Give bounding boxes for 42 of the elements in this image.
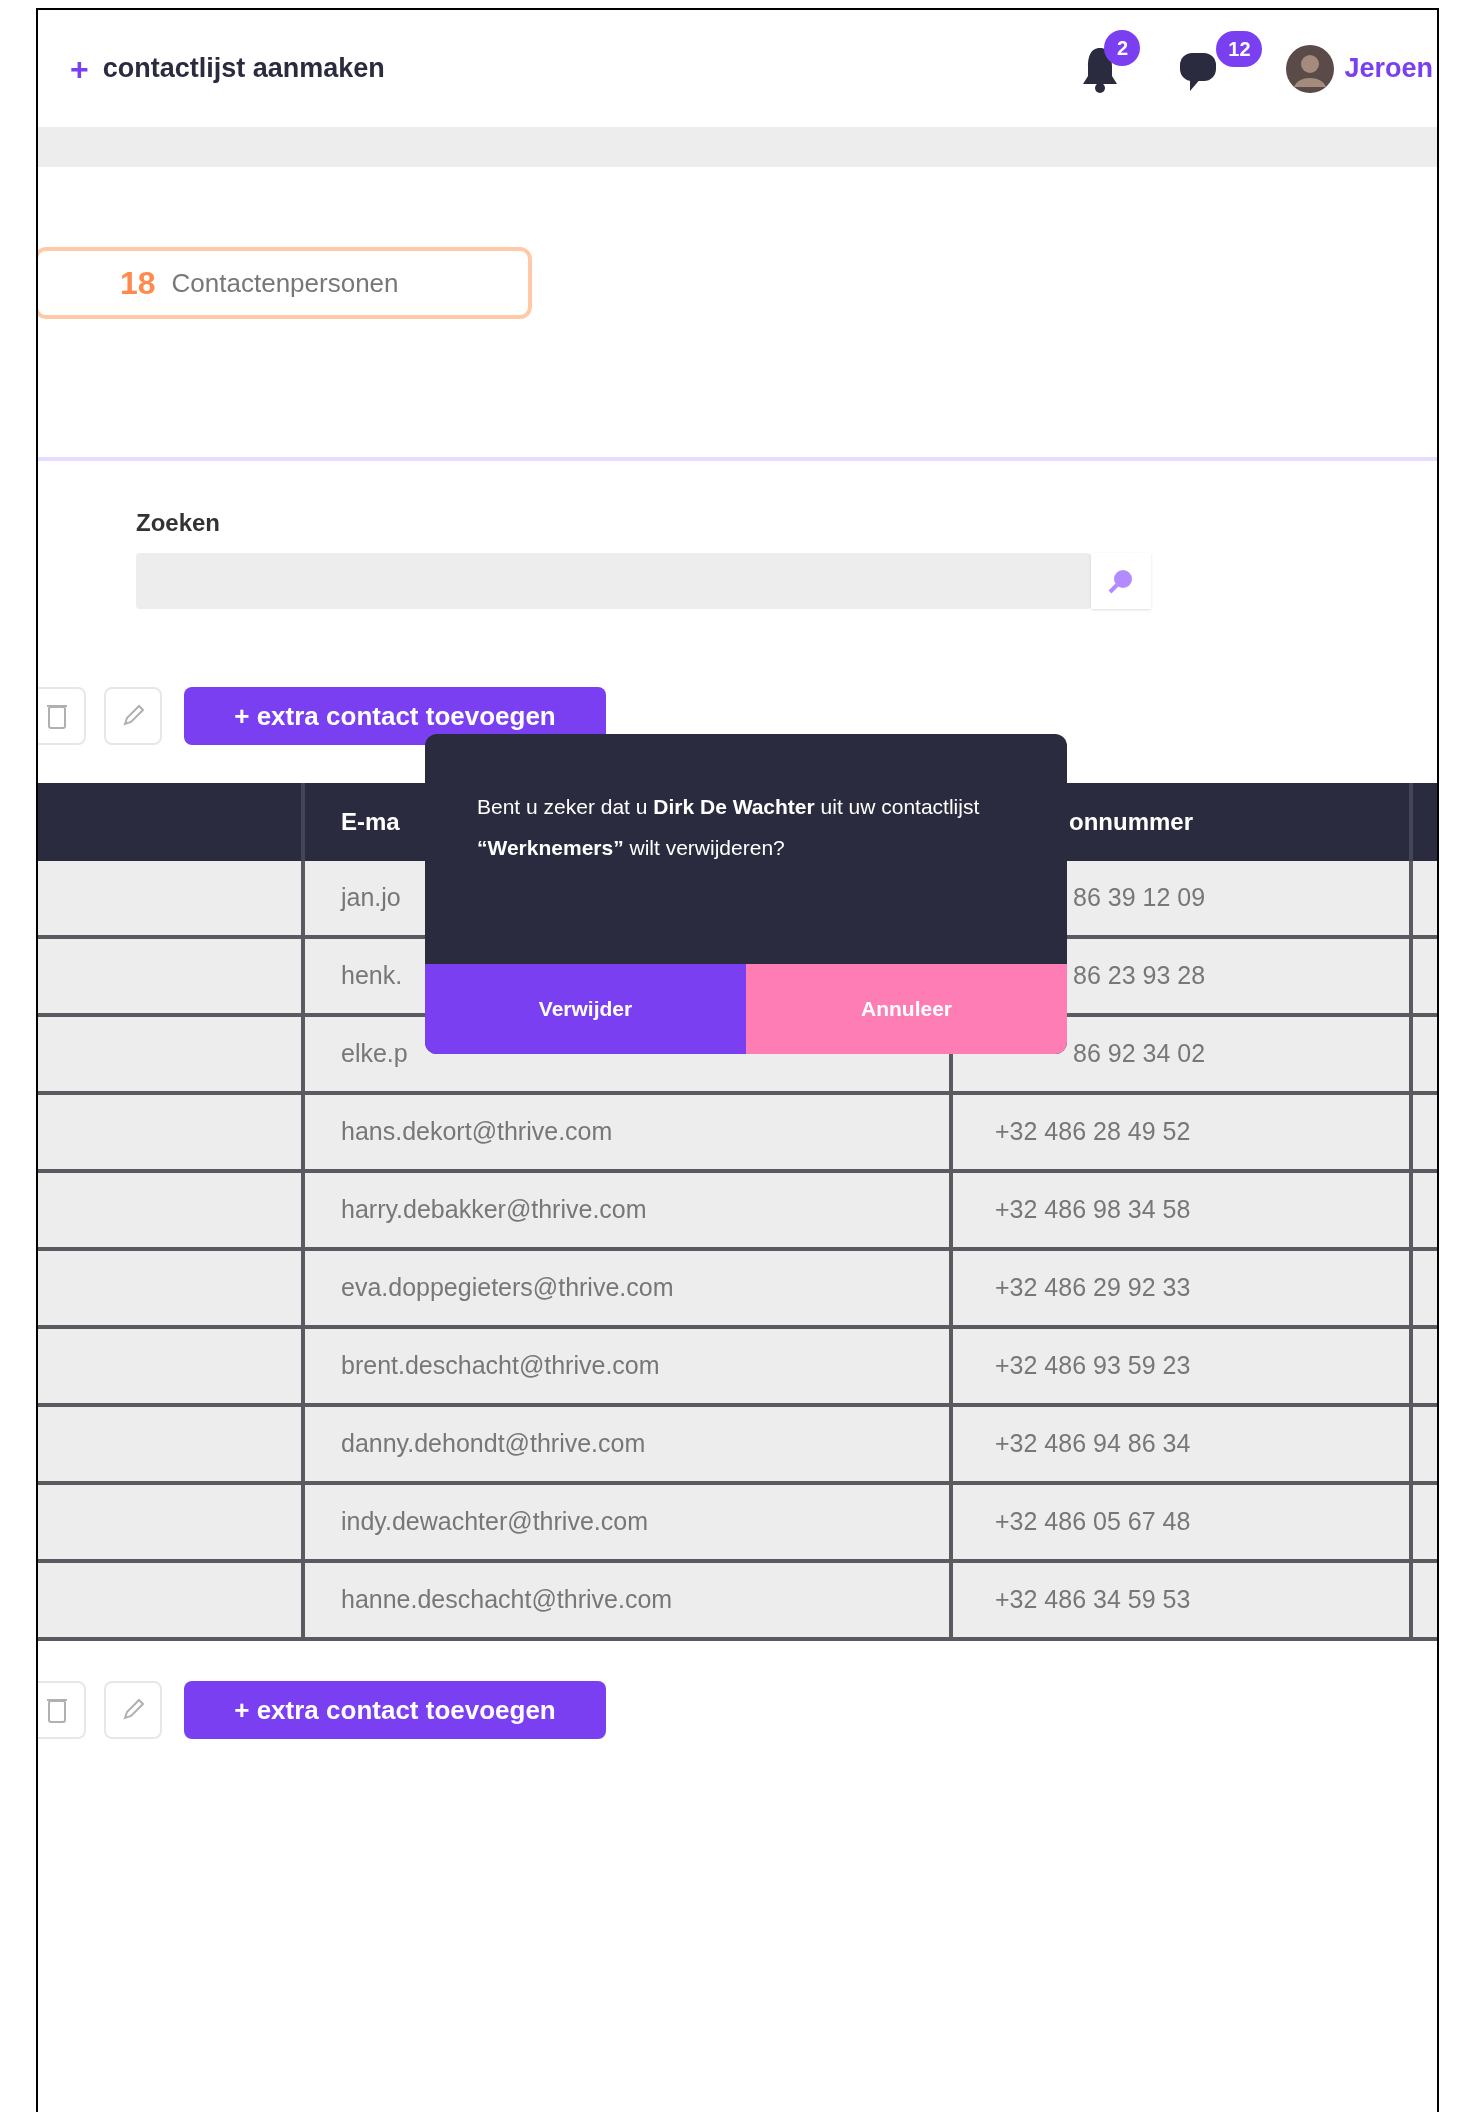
search-button[interactable] — [1091, 553, 1151, 609]
edit-button[interactable] — [104, 1681, 162, 1739]
table-cell-text: +32 486 29 92 33 — [994, 1272, 1191, 1304]
table-cell-text: jan.jo — [339, 882, 402, 914]
pencil-icon — [121, 704, 145, 728]
search-icon — [1108, 568, 1134, 594]
table-cell-text: brent.deschacht@thrive.com — [340, 1350, 661, 1382]
table-cell-text: +32 486 94 86 34 — [994, 1428, 1191, 1460]
table-cell-text: +32 486 34 59 53 — [994, 1584, 1191, 1616]
table-cell-text: henk. — [340, 960, 404, 992]
table-cell-text: eva.doppegieters@thrive.com — [340, 1272, 675, 1304]
table-cell-text: 86 92 34 02 — [1072, 1038, 1206, 1070]
table-cell-text: elke.p — [340, 1038, 409, 1070]
table-cell-text: hans.dekort@thrive.com — [340, 1116, 614, 1148]
delete-button[interactable] — [38, 687, 86, 745]
table-cell-text: +32 486 28 49 52 — [994, 1116, 1191, 1148]
delete-button[interactable] — [38, 1681, 86, 1739]
trash-icon — [47, 1696, 67, 1724]
notification-badge: 2 — [1104, 29, 1141, 66]
table-cell-text: +32 486 93 59 23 — [994, 1350, 1191, 1382]
pencil-icon — [121, 1698, 145, 1722]
table-cell-text: +32 486 05 67 48 — [994, 1506, 1191, 1538]
table-cell-text: danny.dehondt@thrive.com — [340, 1428, 647, 1460]
table-cell-text: 86 39 12 09 — [1072, 882, 1206, 914]
table-cell-text: +32 486 98 34 58 — [994, 1194, 1191, 1226]
table-cell-text: harry.debakker@thrive.com — [340, 1194, 648, 1226]
table-cell-text: 86 23 93 28 — [1072, 960, 1206, 992]
add-icon[interactable]: + — [70, 52, 89, 85]
delete-button[interactable]: Verwijder — [425, 964, 746, 1054]
table-cell-text: indy.dewachter@thrive.com — [340, 1506, 649, 1538]
contact-count-badge: 18 Contactenpersonen — [38, 247, 532, 319]
edit-button[interactable] — [104, 687, 162, 745]
trash-icon — [47, 702, 67, 730]
search-field[interactable] — [136, 553, 1091, 609]
user-name[interactable]: Jeroen — [1344, 48, 1437, 89]
search-label: Zoeken — [136, 508, 222, 538]
message-badge: 12 — [1216, 30, 1263, 67]
avatar[interactable] — [1286, 44, 1335, 93]
add-contact-button[interactable]: + extra contact toevoegen — [184, 687, 606, 745]
add-contact-button[interactable]: + extra contact toevoegen — [184, 1681, 606, 1739]
table-cell-text: hanne.deschacht@thrive.com — [340, 1584, 674, 1616]
page-title: contactlijst aanmaken — [102, 52, 385, 86]
